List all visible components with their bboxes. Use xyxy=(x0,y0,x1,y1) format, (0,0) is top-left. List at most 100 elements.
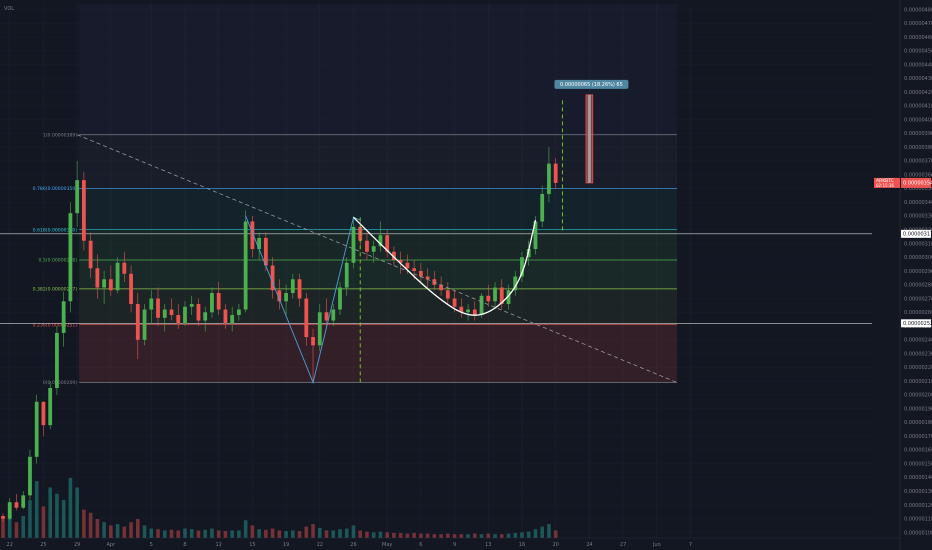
price-tick-label: 0.00000360 xyxy=(904,172,932,178)
candle-body xyxy=(223,309,228,324)
volume-bar xyxy=(210,528,214,538)
fib-level-label: 1(0.00000389) xyxy=(43,132,77,138)
volume-bar xyxy=(142,525,147,538)
fib-level-label: 0.786(0.00000350) xyxy=(33,186,78,192)
volume-bar xyxy=(149,528,154,538)
volume-bar xyxy=(365,531,369,538)
volume-bar xyxy=(75,487,79,538)
time-tick-label: Apr xyxy=(107,542,117,548)
volume-bar xyxy=(371,532,376,538)
volume-bar xyxy=(34,481,39,538)
volume-bar xyxy=(129,522,133,538)
candle-body xyxy=(304,298,309,338)
volume-bar xyxy=(425,533,430,538)
volume-bar xyxy=(297,531,302,538)
candle-body xyxy=(284,293,288,302)
candle-body xyxy=(122,262,127,274)
price-tick-label: 0.00000230 xyxy=(904,351,932,357)
time-tick-label: 12 xyxy=(215,542,221,548)
volume-bar xyxy=(55,493,59,538)
candle-body xyxy=(297,279,302,299)
price-tick-label: 0.00000300 xyxy=(904,255,932,261)
volume-bar xyxy=(277,530,282,538)
candle-body xyxy=(351,226,356,263)
time-tick-label: 26 xyxy=(350,542,356,548)
volume-bar xyxy=(506,533,511,538)
candle-body xyxy=(230,315,235,324)
volume-bar xyxy=(162,530,167,538)
candle-body xyxy=(162,309,167,318)
volume-bar xyxy=(526,531,531,538)
volume-bar xyxy=(378,531,383,538)
time-tick-label: 9 xyxy=(453,542,456,548)
volume-bar xyxy=(196,530,201,538)
volume-bar xyxy=(243,520,248,538)
volume-bar xyxy=(257,529,261,538)
price-tick-label: 0.00000400 xyxy=(904,117,932,123)
volume-bar xyxy=(156,529,160,538)
price-tick-label: 0.00000110 xyxy=(904,517,932,523)
price-tick-label: 0.00000200 xyxy=(904,393,932,399)
volume-bar xyxy=(284,531,288,538)
price-tick-label: 0.00000280 xyxy=(904,283,932,289)
candle-body xyxy=(466,309,470,313)
candle-body xyxy=(183,306,187,324)
price-tick-label: 0.00000330 xyxy=(904,214,932,220)
volume-bar xyxy=(324,530,329,538)
volume-bar xyxy=(189,529,194,538)
volume-bar xyxy=(264,529,268,538)
fib-level-label: 0(0.00000209) xyxy=(43,380,77,386)
candle-body xyxy=(135,304,140,340)
price-axis-bg xyxy=(900,0,932,550)
candle-body xyxy=(75,180,80,214)
volume-bar xyxy=(183,528,187,538)
volume-bar xyxy=(95,519,100,538)
volume-bar xyxy=(291,530,295,538)
price-tick-label: 0.00000160 xyxy=(904,448,932,454)
fib-zone xyxy=(79,259,677,289)
price-tick-label: 0.00000100 xyxy=(904,530,932,536)
candle-body xyxy=(34,401,39,457)
volume-bar xyxy=(304,526,309,538)
price-tick-label: 0.00000190 xyxy=(904,406,932,412)
candle-body xyxy=(21,495,26,508)
price-tick-label: 0.00000450 xyxy=(904,49,932,55)
time-tick-label: 19 xyxy=(283,542,289,548)
volume-bar xyxy=(452,534,457,538)
price-tick-label: 0.00000130 xyxy=(904,489,932,495)
volume-bar xyxy=(398,532,403,538)
price-chart[interactable]: 1(0.00000389)0.786(0.00000350)0.618(0.00… xyxy=(0,0,932,550)
candle-body xyxy=(102,279,106,288)
candle-body xyxy=(493,287,497,302)
candle-body xyxy=(189,304,194,307)
price-tick-label: 0.00000390 xyxy=(904,131,932,137)
candle-body xyxy=(452,298,457,307)
volume-bar xyxy=(41,506,46,538)
price-tick-label: 0.00000310 xyxy=(904,241,932,247)
time-tick-label: 7 xyxy=(689,542,692,548)
candle-body xyxy=(547,163,551,194)
price-badge-label: 0.00000252 xyxy=(903,321,932,327)
volume-bar xyxy=(459,534,464,538)
price-tick-label: 0.00000210 xyxy=(904,379,932,385)
candle-body xyxy=(365,240,369,252)
candle-body xyxy=(55,332,59,388)
time-tick-label: 29 xyxy=(74,542,80,548)
volume-bar xyxy=(553,530,558,538)
volume-bar xyxy=(493,534,497,538)
price-tick-label: 0.00000420 xyxy=(904,90,932,96)
time-tick-label: May xyxy=(382,542,392,548)
candle-body xyxy=(41,401,46,426)
candle-body xyxy=(95,268,100,288)
price-tick-label: 0.00000140 xyxy=(904,475,932,481)
volume-bar xyxy=(540,526,544,538)
candle-body xyxy=(81,180,86,241)
measure-label: 0.00000065 (18.26%) 65 xyxy=(560,82,623,88)
price-tick-label: 0.00000270 xyxy=(904,296,932,302)
time-tick-label: 6 xyxy=(419,542,422,548)
candle-body xyxy=(486,295,491,302)
candle-body xyxy=(169,309,174,316)
volume-bar xyxy=(499,534,504,538)
candle-body xyxy=(68,213,73,302)
price-tick-label: 0.00000120 xyxy=(904,503,932,509)
